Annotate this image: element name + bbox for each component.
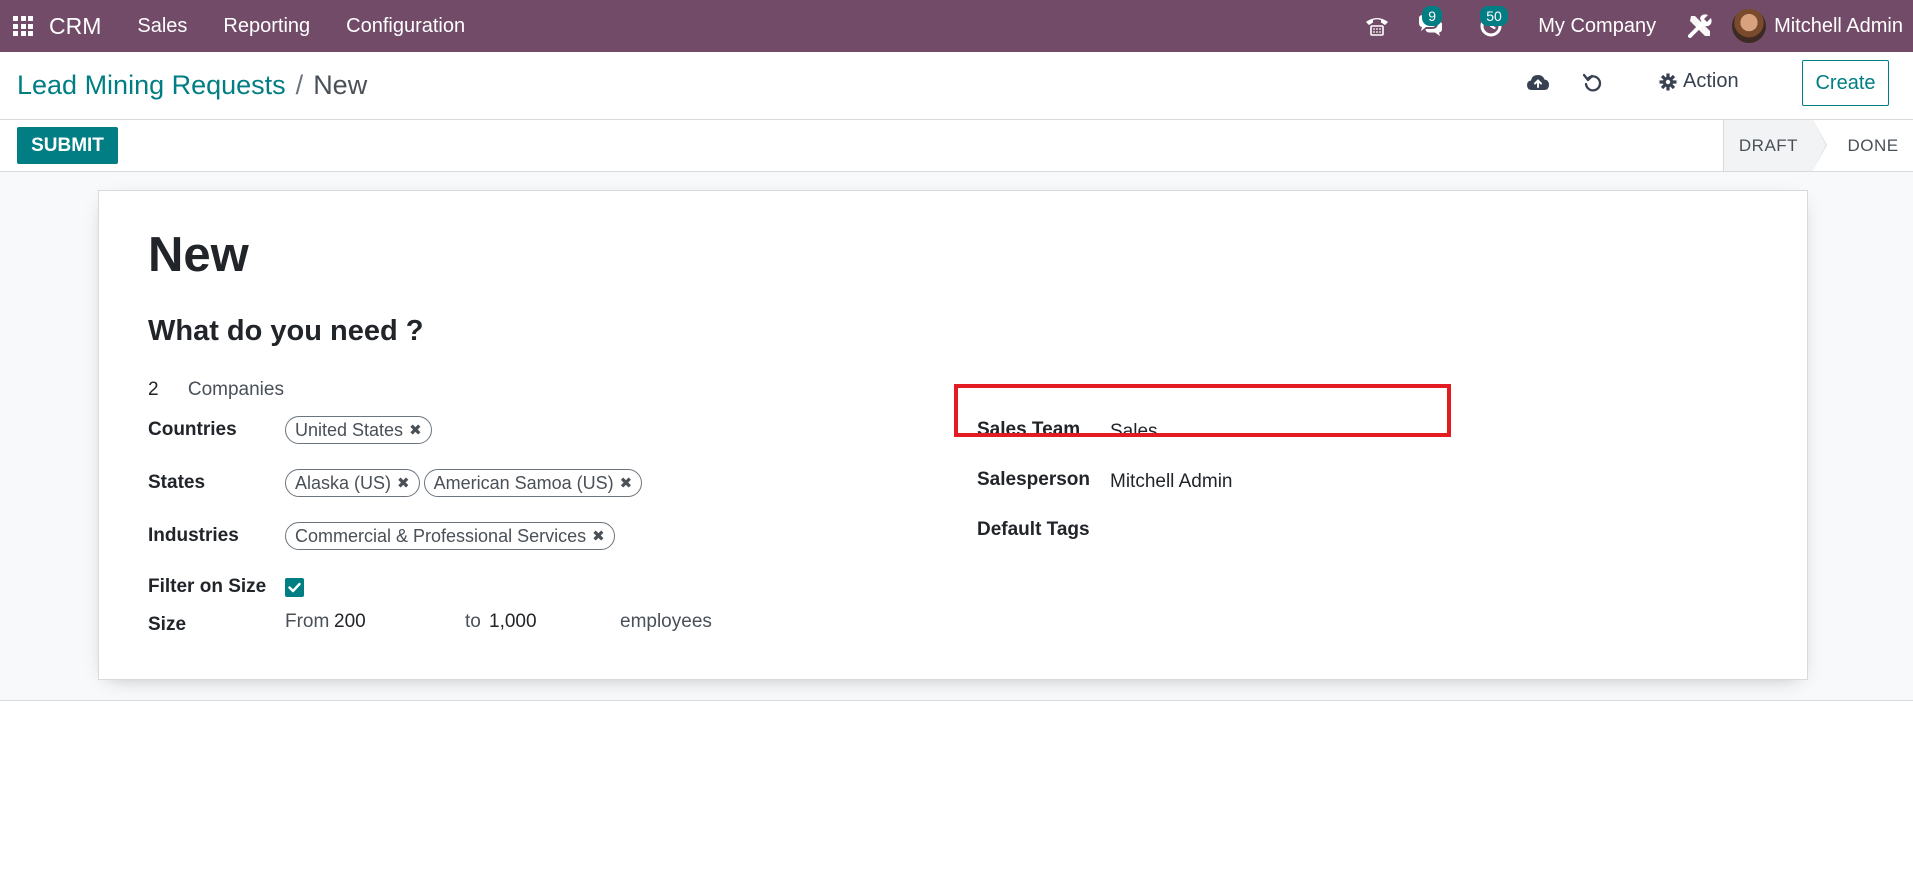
tag-label: Alaska (US) (295, 472, 392, 493)
activities-clock-icon[interactable]: 50 (1458, 0, 1524, 52)
top-navbar: CRM Sales Reporting Configuration 9 50 M… (0, 0, 1913, 52)
menu-reporting[interactable]: Reporting (223, 15, 310, 38)
salesperson-label: Salesperson (977, 469, 1090, 490)
countries-tags[interactable]: United States ✖ (285, 416, 436, 444)
stage-pipeline: DRAFT DONE (1723, 120, 1913, 171)
save-cloud-icon[interactable] (1526, 72, 1550, 99)
search-type-select[interactable]: Companies (188, 379, 284, 400)
menu-sales[interactable]: Sales (137, 15, 187, 38)
tag-state: American Samoa (US) ✖ (423, 469, 643, 497)
breadcrumb-current: New (313, 70, 368, 100)
action-label: Action (1683, 70, 1739, 92)
tag-country: United States ✖ (285, 416, 432, 444)
apps-grid-icon[interactable] (13, 16, 33, 36)
activities-count-badge: 50 (1480, 6, 1508, 26)
user-name: Mitchell Admin (1774, 14, 1903, 37)
tag-label: Commercial & Professional Services (295, 525, 587, 546)
filter-on-size-label: Filter on Size (148, 576, 267, 597)
sales-team-highlight-box (954, 384, 1451, 437)
tag-label: American Samoa (US) (433, 472, 614, 493)
lead-count-row: 2 Companies (148, 379, 284, 401)
countries-label: Countries (148, 419, 237, 440)
phone-icon[interactable] (1352, 0, 1402, 52)
status-bar: SUBMIT DRAFT DONE (0, 120, 1913, 172)
debug-tools-icon[interactable] (1680, 0, 1720, 52)
systray: 9 50 My Company Mitchell Admin (1352, 0, 1913, 52)
user-avatar (1732, 9, 1767, 43)
breadcrumb-separator: / (295, 70, 304, 100)
remove-tag-icon[interactable]: ✖ (592, 527, 605, 545)
create-button[interactable]: Create (1802, 60, 1889, 106)
size-from-label: From (285, 611, 330, 632)
remove-tag-icon[interactable]: ✖ (620, 474, 633, 492)
stage-done[interactable]: DONE (1813, 120, 1913, 171)
size-to-input[interactable]: 1,000 (489, 611, 537, 633)
section-title: What do you need ? (148, 315, 424, 347)
messages-count-badge: 9 (1422, 6, 1443, 26)
states-label: States (148, 472, 206, 493)
company-switcher[interactable]: My Company (1538, 15, 1656, 38)
control-panel: Lead Mining Requests / New Action Create (0, 52, 1913, 120)
default-tags-label: Default Tags (977, 519, 1090, 540)
tag-state: Alaska (US) ✖ (285, 469, 420, 497)
main-menu: Sales Reporting Configuration (137, 15, 501, 38)
tag-industry: Commercial & Professional Services ✖ (285, 522, 615, 550)
breadcrumb-parent-link[interactable]: Lead Mining Requests (17, 70, 286, 101)
user-menu[interactable]: Mitchell Admin (1732, 9, 1903, 43)
remove-tag-icon[interactable]: ✖ (397, 474, 410, 492)
size-label: Size (148, 614, 187, 635)
size-to-label: to (465, 611, 481, 632)
size-from-input[interactable]: 200 (334, 611, 366, 633)
industries-tags[interactable]: Commercial & Professional Services ✖ (285, 522, 619, 550)
checkmark-icon (288, 582, 301, 593)
menu-configuration[interactable]: Configuration (346, 15, 465, 38)
form-view: New What do you need ? 2 Companies Count… (0, 172, 1913, 701)
lead-count-input[interactable]: 2 (148, 379, 159, 400)
submit-button[interactable]: SUBMIT (17, 127, 118, 164)
salesperson-field[interactable]: Mitchell Admin (1110, 471, 1233, 493)
gear-icon (1659, 73, 1677, 90)
action-menu-button[interactable]: Action (1659, 70, 1739, 93)
default-tags-field[interactable] (1110, 519, 1410, 543)
messages-icon[interactable]: 9 (1402, 0, 1458, 52)
form-sheet: New What do you need ? 2 Companies Count… (98, 190, 1808, 680)
size-unit-label: employees (620, 611, 712, 632)
record-title: New (148, 228, 249, 282)
tag-label: United States (295, 419, 404, 440)
app-name[interactable]: CRM (49, 13, 101, 40)
breadcrumb: Lead Mining Requests / New (17, 70, 367, 101)
discard-undo-icon[interactable] (1582, 72, 1604, 99)
states-tags[interactable]: Alaska (US) ✖ American Samoa (US) ✖ (285, 469, 646, 497)
remove-tag-icon[interactable]: ✖ (409, 421, 422, 439)
industries-label: Industries (148, 525, 239, 546)
filter-on-size-checkbox[interactable] (285, 578, 304, 597)
stage-draft: DRAFT (1723, 120, 1827, 171)
